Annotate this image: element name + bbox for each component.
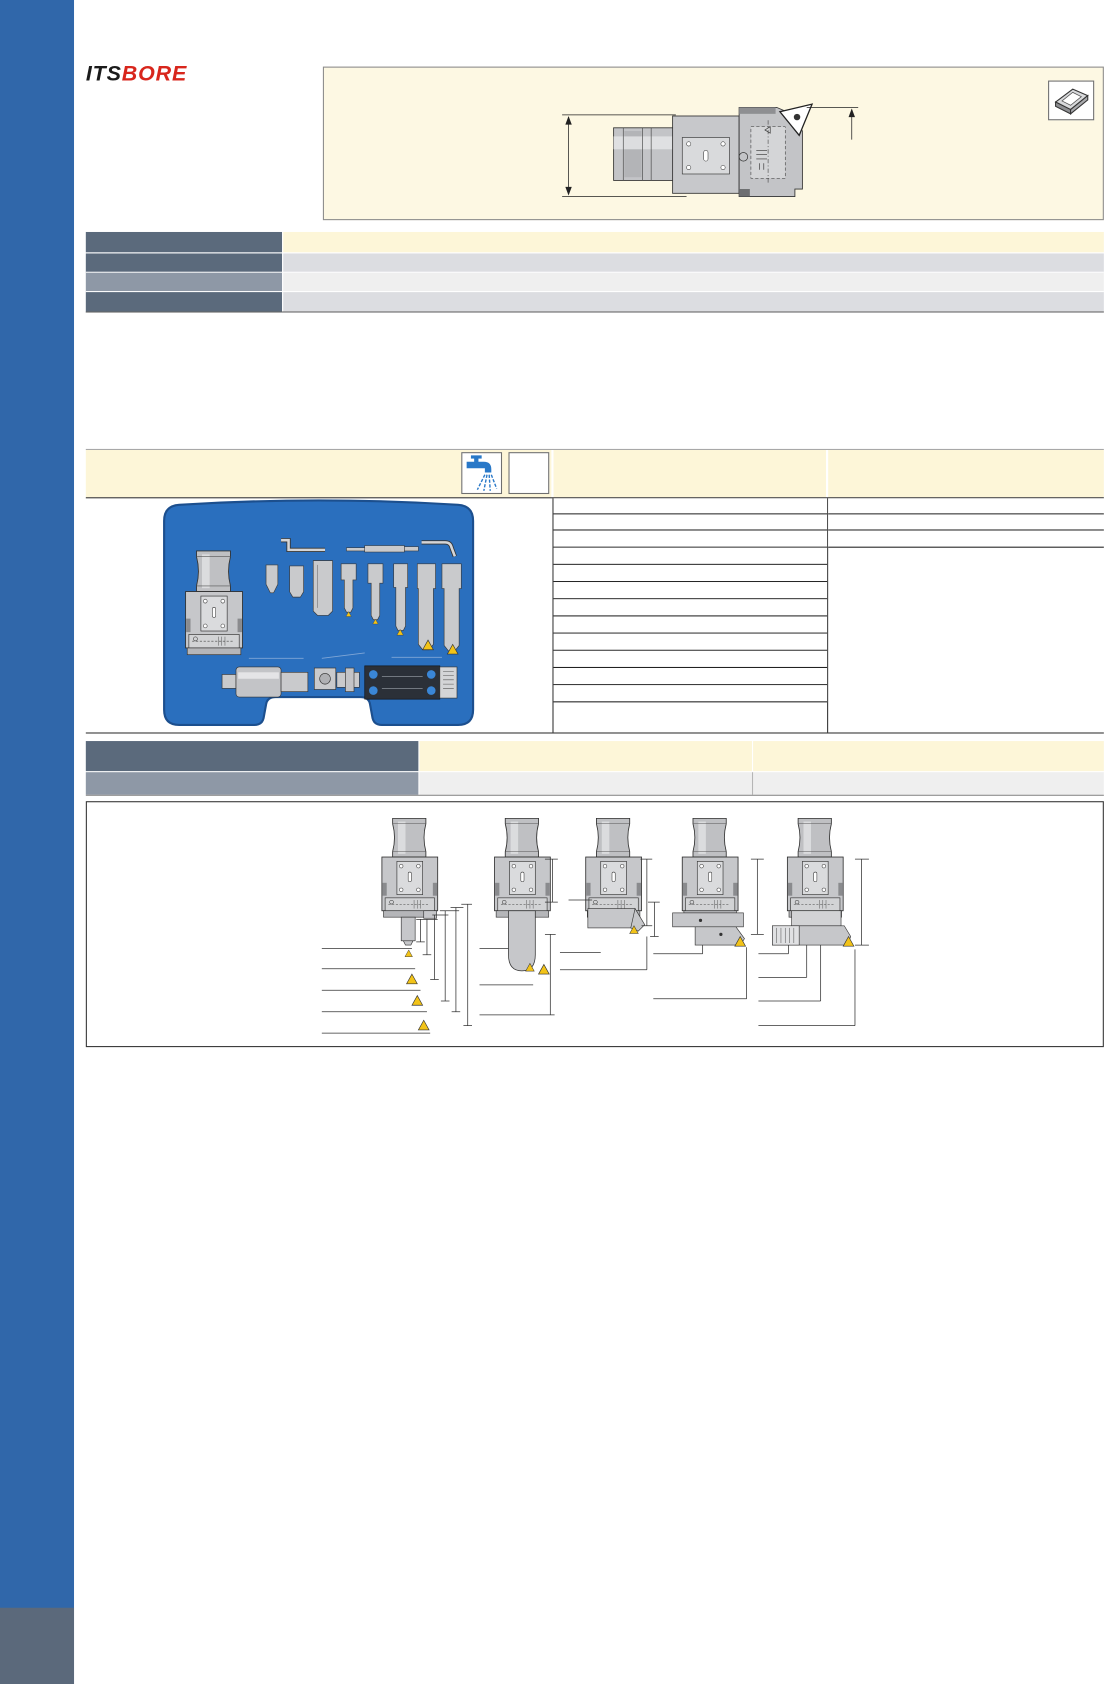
kit-list-row [553, 633, 828, 651]
kit-list-row [553, 668, 828, 686]
itsbore-logo: ITSBORE [86, 62, 187, 86]
spec-table-1 [85, 231, 1104, 313]
spec-table-1-value-cell [282, 231, 1104, 253]
case-tray-dividers [248, 652, 442, 659]
kit-table-bottom-rule [85, 732, 1104, 734]
spec-table-2-value-cell [753, 772, 1104, 795]
spec-table-2-header-cell [419, 741, 752, 772]
spec-table-1-value-cell [282, 253, 1104, 273]
kit-header-col-2 [553, 449, 827, 498]
case-inserts [345, 611, 459, 655]
catalog-page: ITSBORE [0, 0, 1106, 1684]
kit-detail-row [828, 530, 1104, 548]
configuration-drawings-box [85, 801, 1104, 1048]
coolant-icon-graphic [466, 455, 498, 491]
spec-table-2-header-cell [753, 741, 1104, 772]
spec-table-2-value-cell [419, 772, 752, 795]
kit-detail-row [828, 498, 1104, 515]
spec-table-2-divider [751, 772, 754, 795]
kit-list-row [553, 616, 828, 634]
spec-table-1-value-cell [282, 292, 1104, 313]
spec-table-1-bottom-rule [85, 311, 1104, 313]
case-adapter-plate [364, 665, 458, 700]
case-boring-head [185, 550, 244, 656]
kit-list-row [553, 514, 828, 531]
logo-its: ITS [85, 62, 122, 86]
spec-table-1-row [85, 231, 1104, 253]
spec-table-2-label-cell [85, 772, 419, 795]
spec-table-1-label-cell [85, 231, 283, 253]
spec-table-1-row [85, 252, 1104, 273]
insert-package-icon [1048, 80, 1095, 121]
kit-detail-row [828, 514, 1104, 531]
spec-table-2-label-cell [85, 741, 419, 772]
kit-list-row [553, 564, 828, 583]
tool-kit-case [163, 499, 475, 727]
case-shell [163, 499, 475, 727]
spec-table-1-row [85, 271, 1104, 293]
case-keys-and-pins [281, 538, 457, 558]
insert-package-icon-graphic [1054, 88, 1089, 115]
left-sidebar-band [0, 0, 75, 1684]
kit-list-row [553, 650, 828, 669]
spec-table-1-label-cell [85, 272, 283, 293]
kit-list-row [553, 530, 828, 548]
spec-table-1-value-cell [282, 272, 1104, 293]
spec-table-1-row [85, 291, 1104, 313]
spec-table-1-label-cell [85, 292, 283, 313]
kit-list-row [553, 599, 828, 617]
kit-list-row [553, 582, 828, 600]
spec-table-1-label-cell [85, 253, 283, 273]
case-small-tools [265, 560, 333, 616]
kit-header-col-3 [828, 449, 1104, 498]
product-drawing-box [322, 66, 1104, 221]
spec-table-2-bottom-rule [85, 794, 1104, 796]
logo-bore: BORE [121, 62, 188, 86]
kit-list-row [553, 547, 828, 565]
kit-list-row [553, 685, 828, 703]
blank-icon-box [508, 452, 550, 495]
kit-list-row [553, 498, 828, 515]
case-extension-parts [221, 666, 360, 698]
sidebar-footer-block [0, 1607, 75, 1684]
coolant-icon [461, 452, 503, 495]
case-boring-bars [340, 563, 462, 652]
